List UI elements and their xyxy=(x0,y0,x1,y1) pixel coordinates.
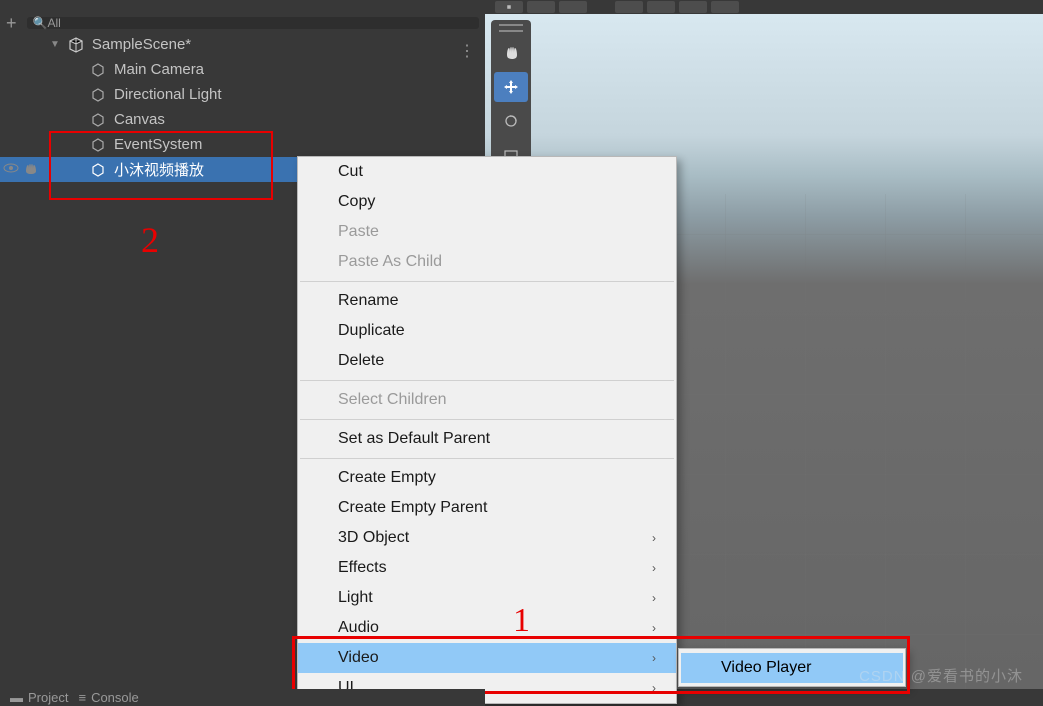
video-submenu: Video Player xyxy=(678,648,906,687)
expand-icon[interactable]: ▼ xyxy=(50,39,60,50)
ctx-effects[interactable]: Effects› xyxy=(298,553,676,583)
hierarchy-item-canvas[interactable]: Canvas xyxy=(0,107,485,132)
scene-row[interactable]: ▼ SampleScene* xyxy=(0,32,485,57)
ctx-cut[interactable]: Cut xyxy=(298,157,676,187)
item-label: EventSystem xyxy=(114,136,202,153)
separator xyxy=(300,380,674,381)
annotation-label-2: 2 xyxy=(141,219,159,261)
eye-icon[interactable] xyxy=(2,161,20,175)
tool-pivot[interactable] xyxy=(495,1,523,13)
item-label: Main Camera xyxy=(114,61,204,78)
chevron-right-icon: › xyxy=(652,531,656,545)
ctx-select-children: Select Children xyxy=(298,385,676,415)
gameobject-icon xyxy=(90,87,106,103)
tool-dropdown-2[interactable] xyxy=(559,1,587,13)
tool-dropdown-5[interactable] xyxy=(711,1,739,13)
chevron-right-icon: › xyxy=(652,561,656,575)
console-icon: ≡ xyxy=(78,690,86,705)
add-button[interactable]: + xyxy=(6,13,17,34)
item-label: Canvas xyxy=(114,111,165,128)
ctx-set-default-parent[interactable]: Set as Default Parent xyxy=(298,424,676,454)
search-placeholder: All xyxy=(47,16,60,30)
ctx-paste-as-child: Paste As Child xyxy=(298,247,676,277)
ctx-rename[interactable]: Rename xyxy=(298,286,676,316)
chevron-right-icon: › xyxy=(652,621,656,635)
ctx-create-empty[interactable]: Create Empty xyxy=(298,463,676,493)
hand-tool[interactable] xyxy=(494,38,528,68)
folder-icon: ▬ xyxy=(10,690,23,705)
chevron-right-icon: › xyxy=(652,681,656,695)
chevron-right-icon: › xyxy=(652,591,656,605)
tab-label: Project xyxy=(28,690,68,705)
hierarchy-toolbar xyxy=(0,0,485,14)
hierarchy-item-main-camera[interactable]: Main Camera xyxy=(0,57,485,82)
tab-console[interactable]: ≡ Console xyxy=(78,690,138,705)
ctx-audio[interactable]: Audio› xyxy=(298,613,676,643)
bottom-tabs: ▬ Project ≡ Console xyxy=(0,689,485,706)
tool-grid-snap[interactable] xyxy=(615,1,643,13)
submenu-video-player[interactable]: Video Player xyxy=(681,653,903,683)
ctx-video[interactable]: Video› xyxy=(298,643,676,673)
separator xyxy=(300,419,674,420)
search-input[interactable]: 🔍 All xyxy=(27,17,479,29)
annotation-label-1: 1 xyxy=(513,602,530,640)
tab-project[interactable]: ▬ Project xyxy=(10,690,68,705)
ctx-paste: Paste xyxy=(298,217,676,247)
hand-icon[interactable] xyxy=(22,161,40,175)
separator xyxy=(300,458,674,459)
ctx-3d-object[interactable]: 3D Object› xyxy=(298,523,676,553)
ctx-duplicate[interactable]: Duplicate xyxy=(298,316,676,346)
hierarchy-item-directional-light[interactable]: Directional Light xyxy=(0,82,485,107)
more-icon[interactable]: ⋮ xyxy=(459,41,475,61)
context-menu: Cut Copy Paste Paste As Child Rename Dup… xyxy=(297,156,677,704)
search-icon: 🔍 xyxy=(33,16,48,30)
ctx-delete[interactable]: Delete xyxy=(298,346,676,376)
gameobject-icon xyxy=(90,137,106,153)
rotate-tool[interactable] xyxy=(494,106,528,136)
item-label: 小沐视频播放 xyxy=(114,159,204,180)
gameobject-icon xyxy=(90,162,106,178)
tool-dropdown-4[interactable] xyxy=(679,1,707,13)
ctx-create-empty-parent[interactable]: Create Empty Parent xyxy=(298,493,676,523)
ctx-copy[interactable]: Copy xyxy=(298,187,676,217)
top-bar xyxy=(0,0,1043,14)
scene-top-toolbar xyxy=(485,0,1043,14)
visibility-icons xyxy=(2,161,40,175)
chevron-right-icon: › xyxy=(652,651,656,665)
scene-name: SampleScene* xyxy=(92,36,191,53)
tool-dropdown-3[interactable] xyxy=(647,1,675,13)
tool-dropdown-1[interactable] xyxy=(527,1,555,13)
gameobject-icon xyxy=(90,112,106,128)
ctx-light[interactable]: Light› xyxy=(298,583,676,613)
item-label: Directional Light xyxy=(114,86,222,103)
scene-tools xyxy=(491,20,531,176)
separator xyxy=(300,281,674,282)
move-tool[interactable] xyxy=(494,72,528,102)
tab-label: Console xyxy=(91,690,139,705)
gameobject-icon xyxy=(90,62,106,78)
unity-scene-icon xyxy=(68,37,84,53)
drag-handle-icon[interactable] xyxy=(499,24,523,32)
hierarchy-item-eventsystem[interactable]: EventSystem xyxy=(0,132,485,157)
